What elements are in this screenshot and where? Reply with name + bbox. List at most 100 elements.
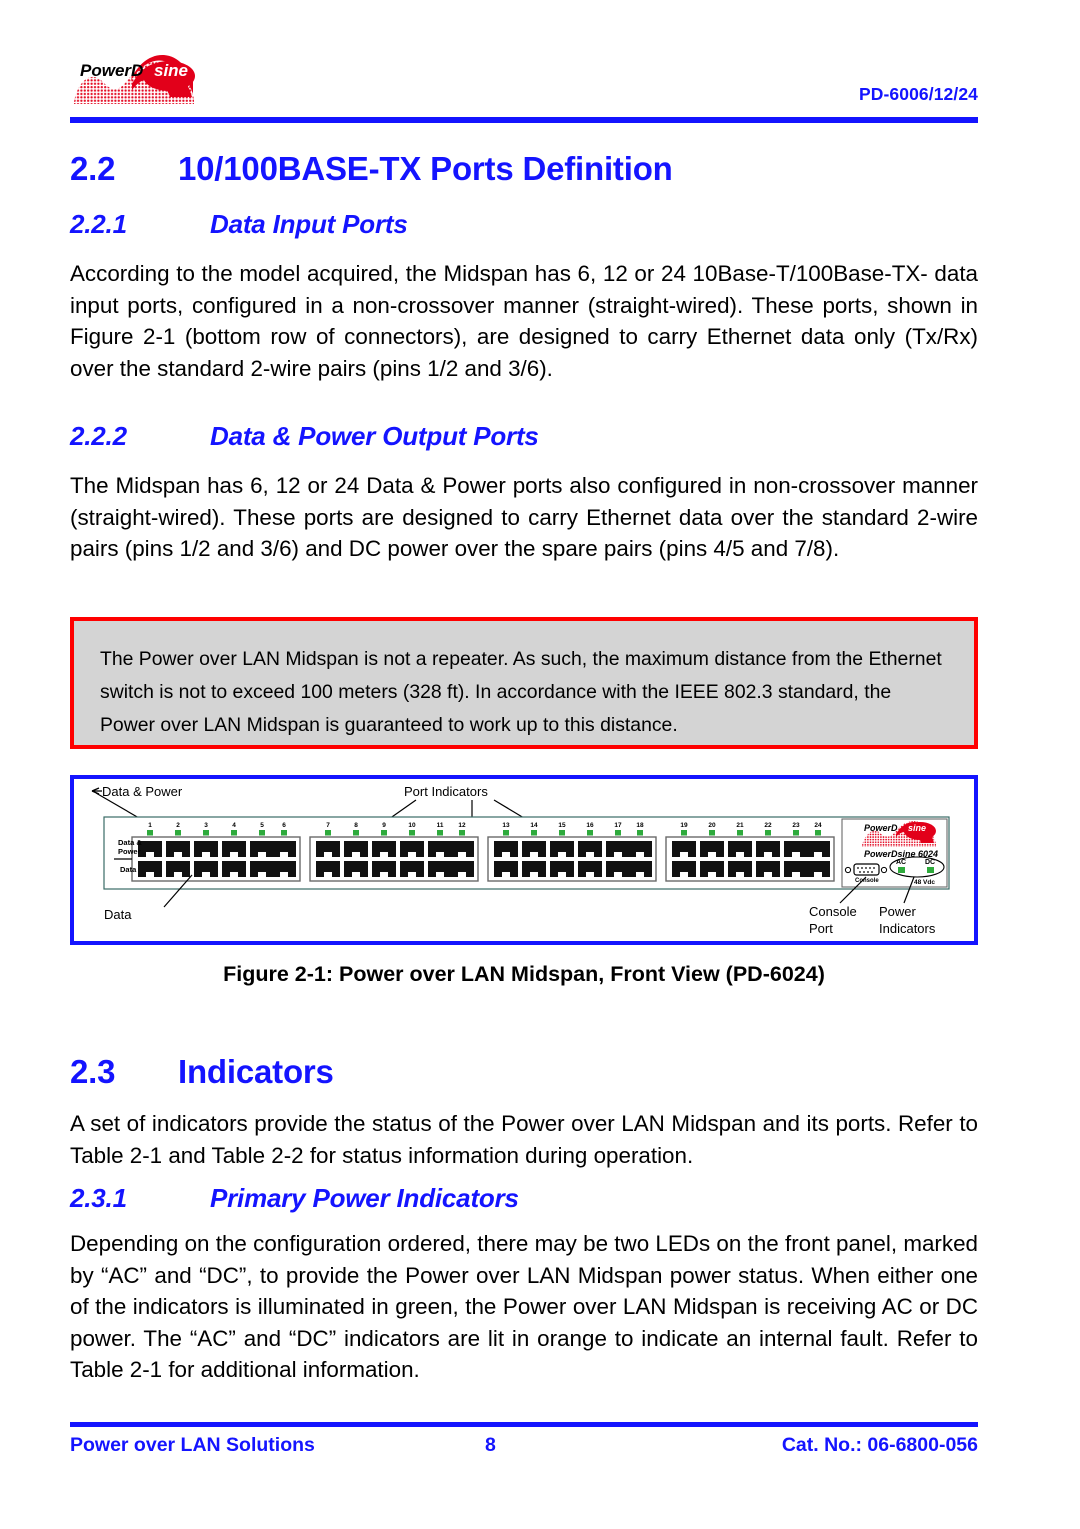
paragraph-indicators: A set of indicators provide the status o… [70, 1111, 978, 1168]
port-led-14 [531, 830, 537, 836]
footer-page-number: 8 [485, 1434, 496, 1456]
paragraph-primary-power-indicators: Depending on the configuration ordered, … [70, 1231, 978, 1382]
logo-text-accent: sine [154, 61, 188, 80]
panel-voltage-label: 48 Vdc [914, 879, 935, 886]
heading-2-2-title: 10/100BASE-TX Ports Definition [178, 150, 673, 187]
heading-2-2-1-title: Data Input Ports [210, 209, 408, 239]
heading-2-2-1: 2.2.1 Data Input Ports [70, 209, 980, 240]
port-led-16 [587, 830, 593, 836]
powerdsine-logo: PowerD sine [70, 52, 206, 110]
heading-2-3-1-number: 2.3.1 [70, 1183, 127, 1213]
port-number-6: 6 [282, 822, 286, 829]
port-number-14: 14 [530, 822, 538, 829]
figure-caption: Figure 2-1: Power over LAN Midspan, Fron… [223, 962, 825, 986]
callout-console-port-line1: Console [809, 904, 857, 919]
port-number-20: 20 [708, 822, 716, 829]
port-led-3 [203, 830, 209, 836]
heading-2-2-number: 2.2 [70, 150, 116, 187]
callout-power-indicators-line2: Indicators [879, 921, 936, 936]
page-header: PowerD sine PD-6006/12/24 [70, 52, 978, 124]
port-number-11: 11 [437, 822, 444, 829]
port-led-13 [503, 830, 509, 836]
heading-2-3-number: 2.3 [70, 1053, 116, 1090]
panel-logo-text-accent: sine [908, 823, 926, 833]
page-footer: Power over LAN Solutions 8 Cat. No.: 06-… [70, 1434, 978, 1464]
row-label-data-power-line2: Power [118, 847, 141, 856]
callout-data-power-label: Data & Power [102, 784, 183, 799]
port-led-12 [459, 830, 465, 836]
port-led-10 [409, 830, 415, 836]
logo-text-main: PowerD [80, 61, 143, 80]
panel-led-dc-label: DC [925, 859, 935, 866]
port-number-7: 7 [326, 822, 330, 829]
callout-power-indicators-line1: Power [879, 904, 917, 919]
header-document-number: PD-6006/12/24 [858, 84, 978, 104]
panel-led-ac-label: AC [896, 859, 906, 866]
port-led-19 [681, 830, 687, 836]
callout-data-label: Data [104, 907, 132, 922]
row-label-data: Data [120, 865, 137, 874]
port-number-13: 13 [502, 822, 510, 829]
port-led-17 [615, 830, 621, 836]
port-led-23 [793, 830, 799, 836]
panel-logo-text-main: PowerD [864, 823, 898, 833]
heading-2-2-2-number: 2.2.2 [70, 421, 127, 451]
port-led-22 [765, 830, 771, 836]
document-page: PowerD sine PD-6006/12/24 2.2 10/100BASE-… [0, 0, 1080, 1529]
heading-2-3-1: 2.3.1 Primary Power Indicators [70, 1183, 980, 1214]
panel-console-label: Console [855, 878, 879, 884]
figure-2-1: Data & Power Port Indicators 1 2 3 4 5 6… [70, 775, 978, 945]
port-led-6 [281, 830, 287, 836]
port-led-24 [815, 830, 821, 836]
header-divider [70, 117, 978, 123]
port-number-17: 17 [614, 822, 622, 829]
port-number-3: 3 [204, 822, 208, 829]
footer-divider [70, 1422, 978, 1427]
port-number-8: 8 [354, 822, 358, 829]
port-led-5 [259, 830, 265, 836]
heading-2-2-2-title: Data & Power Output Ports [210, 421, 539, 451]
note-box: The Power over LAN Midspan is not a repe… [70, 617, 978, 749]
callout-port-indicators-label: Port Indicators [404, 784, 488, 799]
port-number-18: 18 [636, 822, 644, 829]
footer-catalog-number: Cat. No.: 06-6800-056 [781, 1434, 978, 1456]
port-number-24: 24 [814, 822, 822, 829]
heading-2-3: 2.3 Indicators [70, 1053, 980, 1091]
port-led-2 [175, 830, 181, 836]
paragraph-data-input-ports: According to the model acquired, the Mid… [70, 261, 978, 381]
port-number-1: 1 [148, 822, 152, 829]
heading-2-2: 2.2 10/100BASE-TX Ports Definition [70, 150, 980, 188]
port-led-9 [381, 830, 387, 836]
panel-led-ac [898, 867, 905, 873]
port-number-9: 9 [382, 822, 386, 829]
heading-2-3-title: Indicators [178, 1053, 334, 1090]
port-led-20 [709, 830, 715, 836]
port-led-8 [353, 830, 359, 836]
port-number-22: 22 [764, 822, 772, 829]
port-number-21: 21 [736, 822, 744, 829]
port-number-2: 2 [176, 822, 180, 829]
port-led-4 [231, 830, 237, 836]
note-box-text: The Power over LAN Midspan is not a repe… [100, 648, 942, 736]
port-led-7 [325, 830, 331, 836]
heading-2-2-2: 2.2.2 Data & Power Output Ports [70, 421, 980, 452]
callout-console-port-line2: Port [809, 921, 833, 936]
row-label-data-power-line1: Data & [118, 838, 142, 847]
port-number-5: 5 [260, 822, 264, 829]
port-led-18 [637, 830, 643, 836]
port-number-15: 15 [558, 822, 566, 829]
port-number-4: 4 [232, 822, 236, 829]
port-number-23: 23 [792, 822, 800, 829]
port-number-16: 16 [586, 822, 594, 829]
port-led-21 [737, 830, 743, 836]
port-number-19: 19 [680, 822, 688, 829]
port-number-12: 12 [458, 822, 466, 829]
port-led-1 [147, 830, 153, 836]
panel-led-dc [927, 867, 934, 873]
midspan-front-view-illustration: Data & Power Port Indicators 1 2 3 4 5 6… [91, 784, 950, 936]
port-led-11 [437, 830, 443, 836]
heading-2-3-1-title: Primary Power Indicators [210, 1183, 519, 1213]
paragraph-data-power-output-ports: The Midspan has 6, 12 or 24 Data & Power… [70, 473, 978, 561]
port-number-10: 10 [408, 822, 416, 829]
heading-2-2-1-number: 2.2.1 [70, 209, 127, 239]
